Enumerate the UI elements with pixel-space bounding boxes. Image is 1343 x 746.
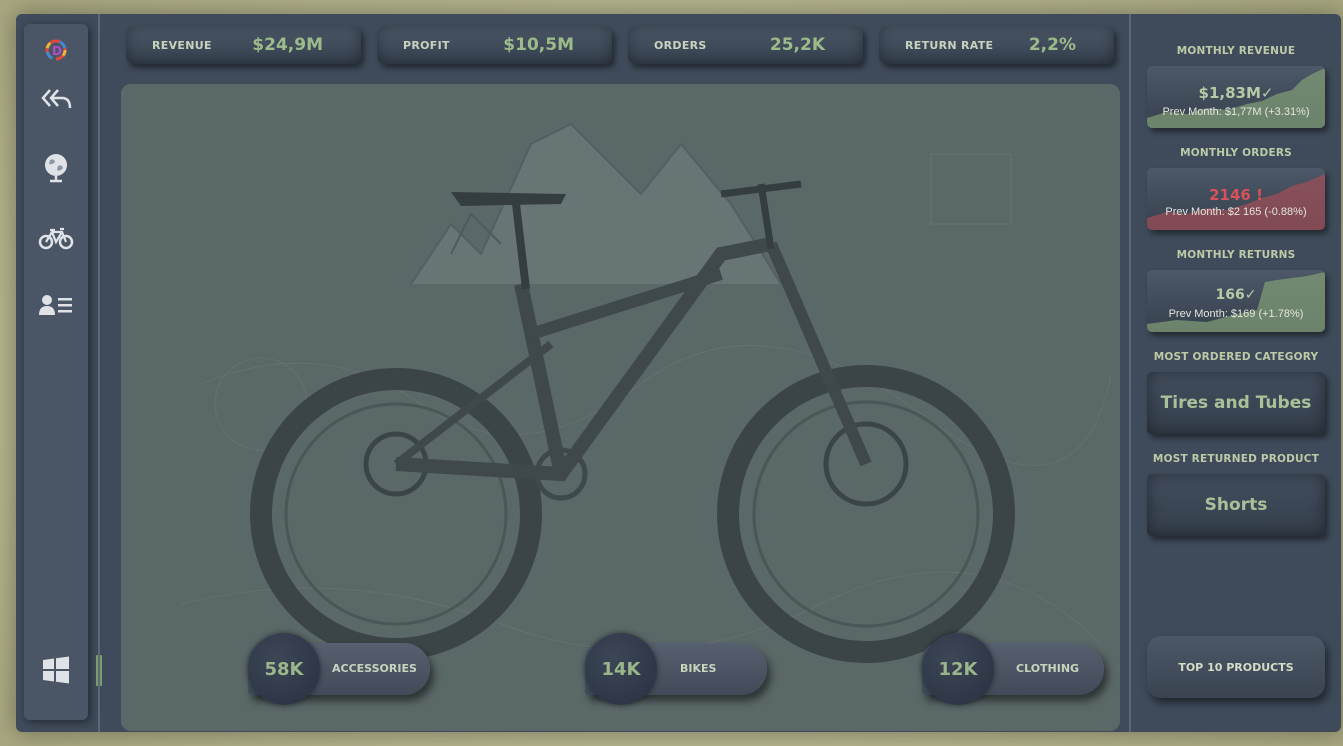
alert-icon: ! [1256,186,1263,204]
right-panel-divider [1129,14,1131,732]
bike-icon[interactable] [24,214,88,262]
monthly-returns-title: MONTHLY RETURNS [1176,249,1296,261]
svg-text:D: D [52,44,62,58]
monthly-revenue-value: $1,83M✓ [1147,84,1325,102]
top-10-products-button[interactable]: TOP 10 PRODUCTS [1147,636,1325,698]
most-ordered-category-value: Tires and Tubes [1160,393,1312,413]
kpi-value: 25,2K [769,35,825,55]
back-arrows-icon[interactable] [24,76,88,124]
monthly-orders-value: 2146 ! [1147,186,1325,204]
most-returned-product-value: Shorts [1204,495,1268,515]
category-count-circle: 58K [248,633,320,705]
monthly-returns-value: 166✓ [1147,287,1325,303]
kpi-value: $10,5M [503,35,574,55]
monthly-revenue-title: MONTHLY REVENUE [1176,45,1296,57]
customer-list-icon[interactable] [24,282,88,330]
monthly-revenue-prev: Prev Month: $1,77M (+3.31%) [1162,106,1310,118]
top-10-products-label: TOP 10 PRODUCTS [1178,660,1294,674]
monthly-returns-card: 166✓ Prev Month: $169 (+1.78%) [1147,270,1325,332]
most-returned-product-card: Shorts [1147,474,1325,536]
app-logo-icon[interactable]: D [24,26,88,74]
windows-icon[interactable] [24,646,88,694]
category-pill-bikes[interactable]: 14K BIKES [585,633,767,705]
category-label: ACCESSORIES [332,662,417,675]
kpi-label: RETURN RATE [905,38,994,52]
sidebar-divider [98,14,100,732]
revenue-value-text: $1,83M [1198,84,1261,102]
kpi-card-orders: ORDERS 25,2K [628,26,863,64]
category-count: 12K [938,658,978,680]
category-count-circle: 12K [922,633,994,705]
returns-value-text: 166 [1215,287,1245,303]
sidebar-nav: D [24,24,88,720]
monthly-returns-prev: Prev Month: $169 (+1.78%) [1168,308,1304,320]
kpi-card-return-rate: RETURN RATE 2,2% [879,26,1114,64]
category-label: CLOTHING [1016,662,1080,675]
most-ordered-category-card: Tires and Tubes [1147,372,1325,434]
category-label: BIKES [680,662,717,675]
category-count-circle: 14K [585,633,657,705]
category-count: 14K [601,658,641,680]
most-ordered-category-title: MOST ORDERED CATEGORY [1153,351,1319,363]
kpi-label: REVENUE [152,38,212,52]
monthly-revenue-card: $1,83M✓ Prev Month: $1,77M (+3.31%) [1147,66,1325,128]
kpi-value: $24,9M [252,35,323,55]
kpi-label: PROFIT [403,38,450,52]
globe-icon[interactable] [24,144,88,192]
check-icon: ✓ [1260,84,1274,102]
kpi-label: ORDERS [654,38,707,52]
monthly-orders-prev: Prev Month: $2 165 (-0.88%) [1165,206,1307,218]
kpi-card-profit: PROFIT $10,5M [377,26,612,64]
most-returned-product-title: MOST RETURNED PRODUCT [1152,453,1320,465]
category-pill-accessories[interactable]: 58K ACCESSORIES [248,633,430,705]
check-icon: ✓ [1244,287,1257,303]
monthly-orders-title: MONTHLY ORDERS [1180,147,1292,159]
category-count: 58K [264,658,304,680]
monthly-orders-card: 2146 ! Prev Month: $2 165 (-0.88%) [1147,168,1325,230]
kpi-value: 2,2% [1028,35,1076,55]
orders-value-text: 2146 [1209,186,1251,204]
category-pill-clothing[interactable]: 12K CLOTHING [922,633,1104,705]
kpi-card-revenue: REVENUE $24,9M [126,26,361,64]
